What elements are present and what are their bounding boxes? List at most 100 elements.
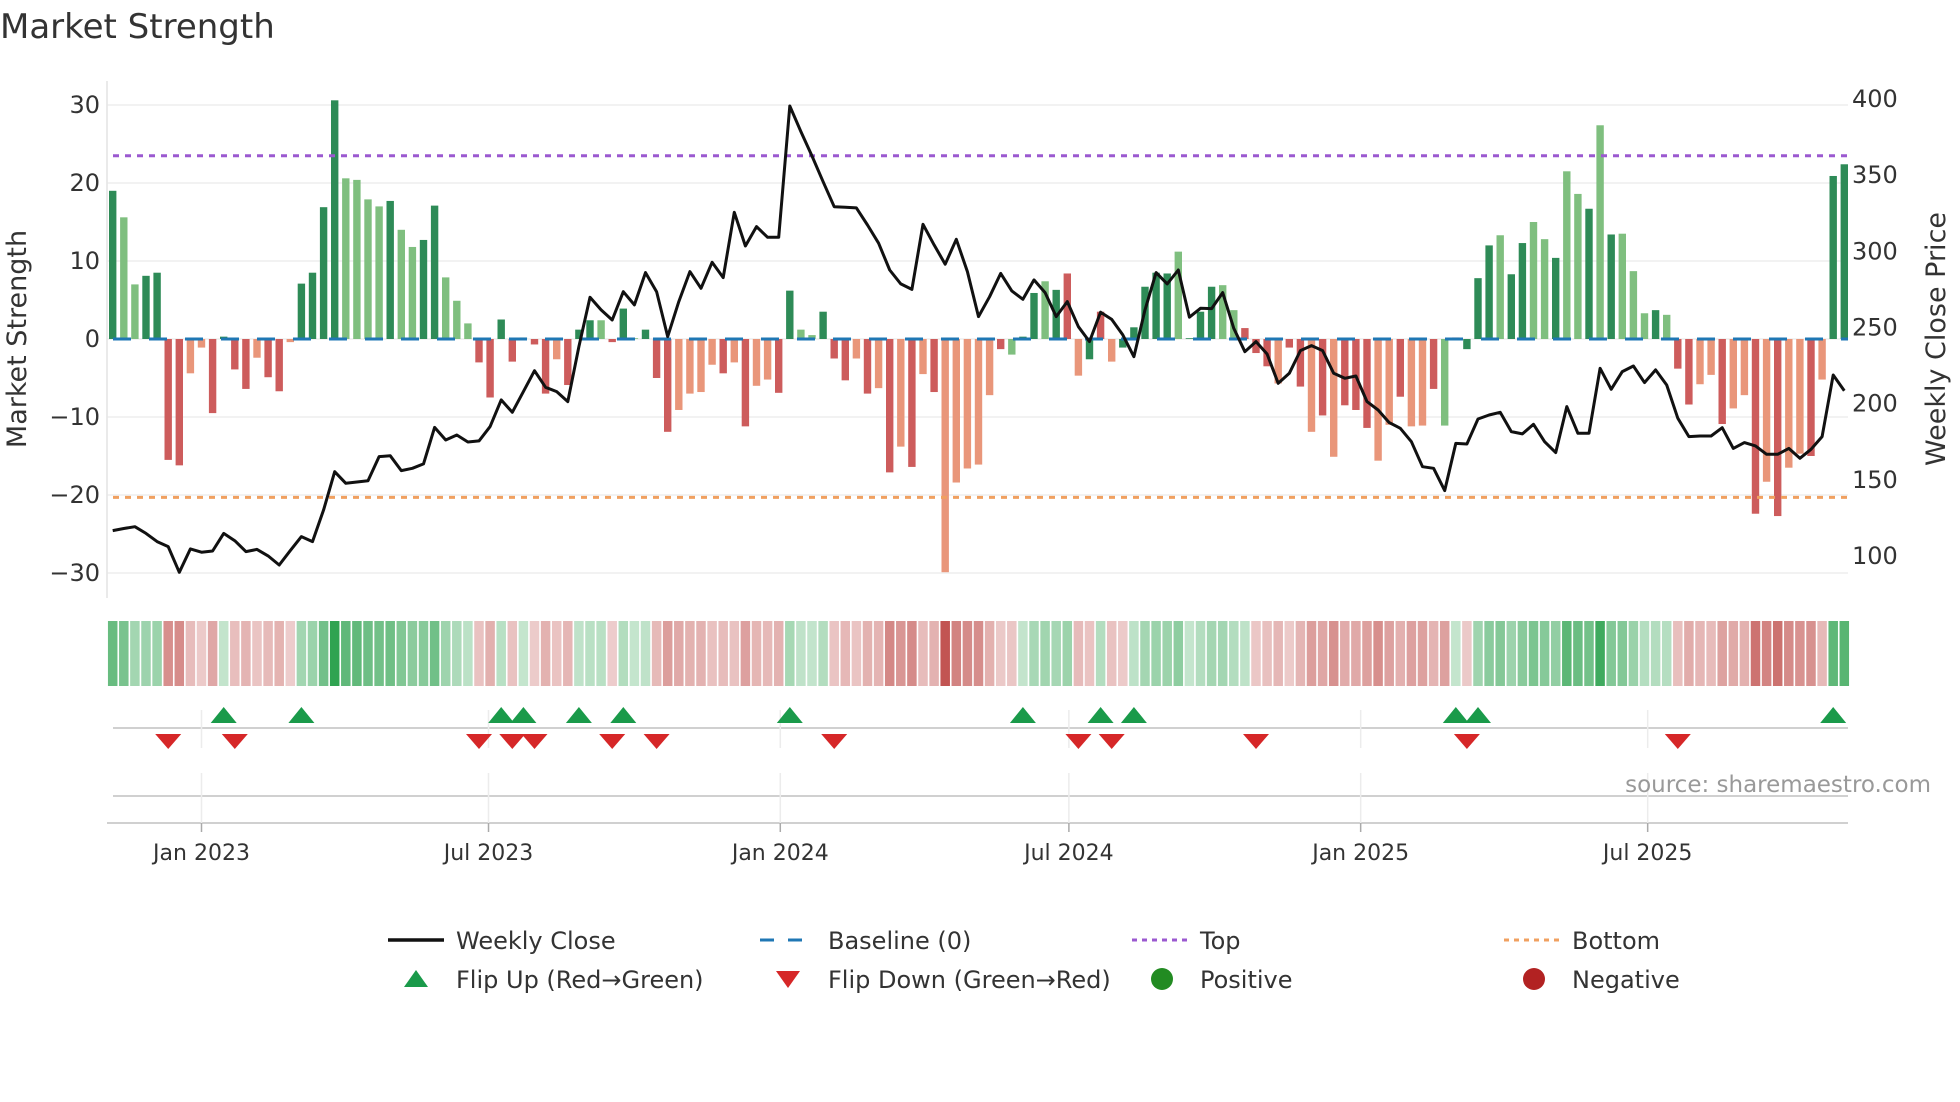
flip-down-marker xyxy=(1664,734,1691,749)
strength-bar xyxy=(1307,339,1316,432)
heat-strip-cell xyxy=(1073,621,1084,686)
heat-strip-cell xyxy=(1106,621,1117,686)
heat-strip-cell xyxy=(1517,621,1528,686)
strength-bar xyxy=(652,339,661,378)
market-strength-chart: Market Strength 3020100−10−20−30 4003503… xyxy=(0,7,1952,994)
strength-bar xyxy=(386,200,394,339)
strength-bar xyxy=(1651,310,1660,339)
heat-strip-cell xyxy=(1295,621,1306,686)
strength-bar xyxy=(1840,164,1848,339)
strength-bar xyxy=(497,319,505,339)
strength-bar xyxy=(1540,239,1549,339)
legend-item: Weekly Close xyxy=(388,927,616,955)
strength-bar xyxy=(1807,339,1815,456)
heat-strip-cell xyxy=(529,621,540,686)
strength-bar xyxy=(985,339,994,396)
strength-bar xyxy=(775,339,783,393)
strength-bar xyxy=(1207,286,1216,339)
heat-strip-cell xyxy=(374,621,384,686)
heat-strip-cell xyxy=(1806,621,1816,686)
strength-bar xyxy=(863,339,872,394)
heat-strip-cell xyxy=(629,621,640,686)
strength-bar xyxy=(1762,339,1771,482)
strength-bar xyxy=(1396,339,1404,397)
heat-strip-cell xyxy=(1473,621,1483,686)
heat-strip-cell xyxy=(1750,621,1761,686)
strength-bar xyxy=(1674,339,1682,369)
flip-down-marker xyxy=(521,734,548,749)
strength-bar xyxy=(730,339,738,363)
strength-bar xyxy=(641,329,650,339)
strength-bar xyxy=(1341,339,1349,406)
strength-bar xyxy=(752,339,761,386)
strength-bar xyxy=(1352,339,1360,410)
strength-bar xyxy=(231,339,239,370)
strength-bar xyxy=(874,339,883,389)
strength-bar xyxy=(1285,339,1293,348)
strength-bar xyxy=(331,100,339,339)
strength-bar xyxy=(675,339,683,410)
legend-label: Bottom xyxy=(1572,927,1660,955)
heat-strip-cell xyxy=(984,621,995,686)
y2-tick-label: 350 xyxy=(1852,161,1898,189)
strength-bar xyxy=(453,300,461,339)
strength-bar xyxy=(997,339,1005,350)
strength-bar xyxy=(1829,175,1837,339)
strength-bar xyxy=(430,205,439,339)
strength-bar xyxy=(586,320,594,339)
x-tick-label: Jan 2025 xyxy=(1310,841,1409,866)
flip-down-marker xyxy=(599,734,626,749)
strength-bar xyxy=(1774,339,1782,517)
heat-strip-cell xyxy=(1195,621,1206,686)
strength-bar xyxy=(186,339,195,374)
strength-bar xyxy=(619,308,627,339)
heat-strip-cell xyxy=(263,621,273,686)
strength-bar xyxy=(697,339,705,393)
strength-bar xyxy=(486,339,494,398)
heat-strip-cell xyxy=(1839,621,1850,686)
heat-strip-cell xyxy=(1650,621,1661,686)
heat-strip-cell xyxy=(174,621,185,686)
legend-item: Baseline (0) xyxy=(760,927,971,955)
strength-bar xyxy=(553,339,561,360)
strength-bar xyxy=(686,339,694,394)
left-axis-label: Market Strength xyxy=(2,230,33,448)
heat-strip-cell xyxy=(363,621,373,686)
heat-strip-cell xyxy=(640,621,651,686)
x-tick-label: Jan 2024 xyxy=(730,841,829,866)
strength-bar xyxy=(1563,171,1571,339)
strength-bar xyxy=(597,320,605,339)
heat-strip-cell xyxy=(396,621,407,686)
heat-strip-cell xyxy=(1395,621,1406,686)
heat-strip-cell xyxy=(163,621,173,686)
heat-strip-cell xyxy=(1229,621,1239,686)
heat-strip-cell xyxy=(1129,621,1139,686)
heat-strip-cell xyxy=(585,621,595,686)
heat-strip-cell xyxy=(1528,621,1539,686)
strength-bar xyxy=(1418,339,1427,426)
flip-down-marker xyxy=(643,734,670,749)
strength-bar xyxy=(253,339,261,358)
heat-strip-cell xyxy=(1351,621,1361,686)
heat-strip-cell xyxy=(1273,621,1283,686)
heat-strip-cell xyxy=(1417,621,1428,686)
heat-strip-cell xyxy=(463,621,473,686)
strength-bar xyxy=(1729,339,1737,409)
heat-strip-cell xyxy=(496,621,506,686)
heat-strip-cell xyxy=(1284,621,1295,686)
legend-item: Negative xyxy=(1523,966,1680,994)
heat-strip-cell xyxy=(1439,621,1450,686)
heat-strip-cell xyxy=(1251,621,1261,686)
strength-bar xyxy=(419,239,428,339)
heat-strip-cell xyxy=(429,621,440,686)
strength-bar xyxy=(1174,251,1182,339)
heat-strip-cell xyxy=(674,621,684,686)
heat-strip-cell xyxy=(1828,621,1838,686)
strength-heat-strip xyxy=(107,621,1850,686)
strength-bar xyxy=(1108,339,1116,362)
heat-strip-cell xyxy=(1784,621,1794,686)
strength-bar xyxy=(1363,339,1371,428)
legend-item: Positive xyxy=(1151,966,1293,994)
heat-strip-cell xyxy=(1428,621,1439,686)
heat-strip-cell xyxy=(1051,621,1061,686)
